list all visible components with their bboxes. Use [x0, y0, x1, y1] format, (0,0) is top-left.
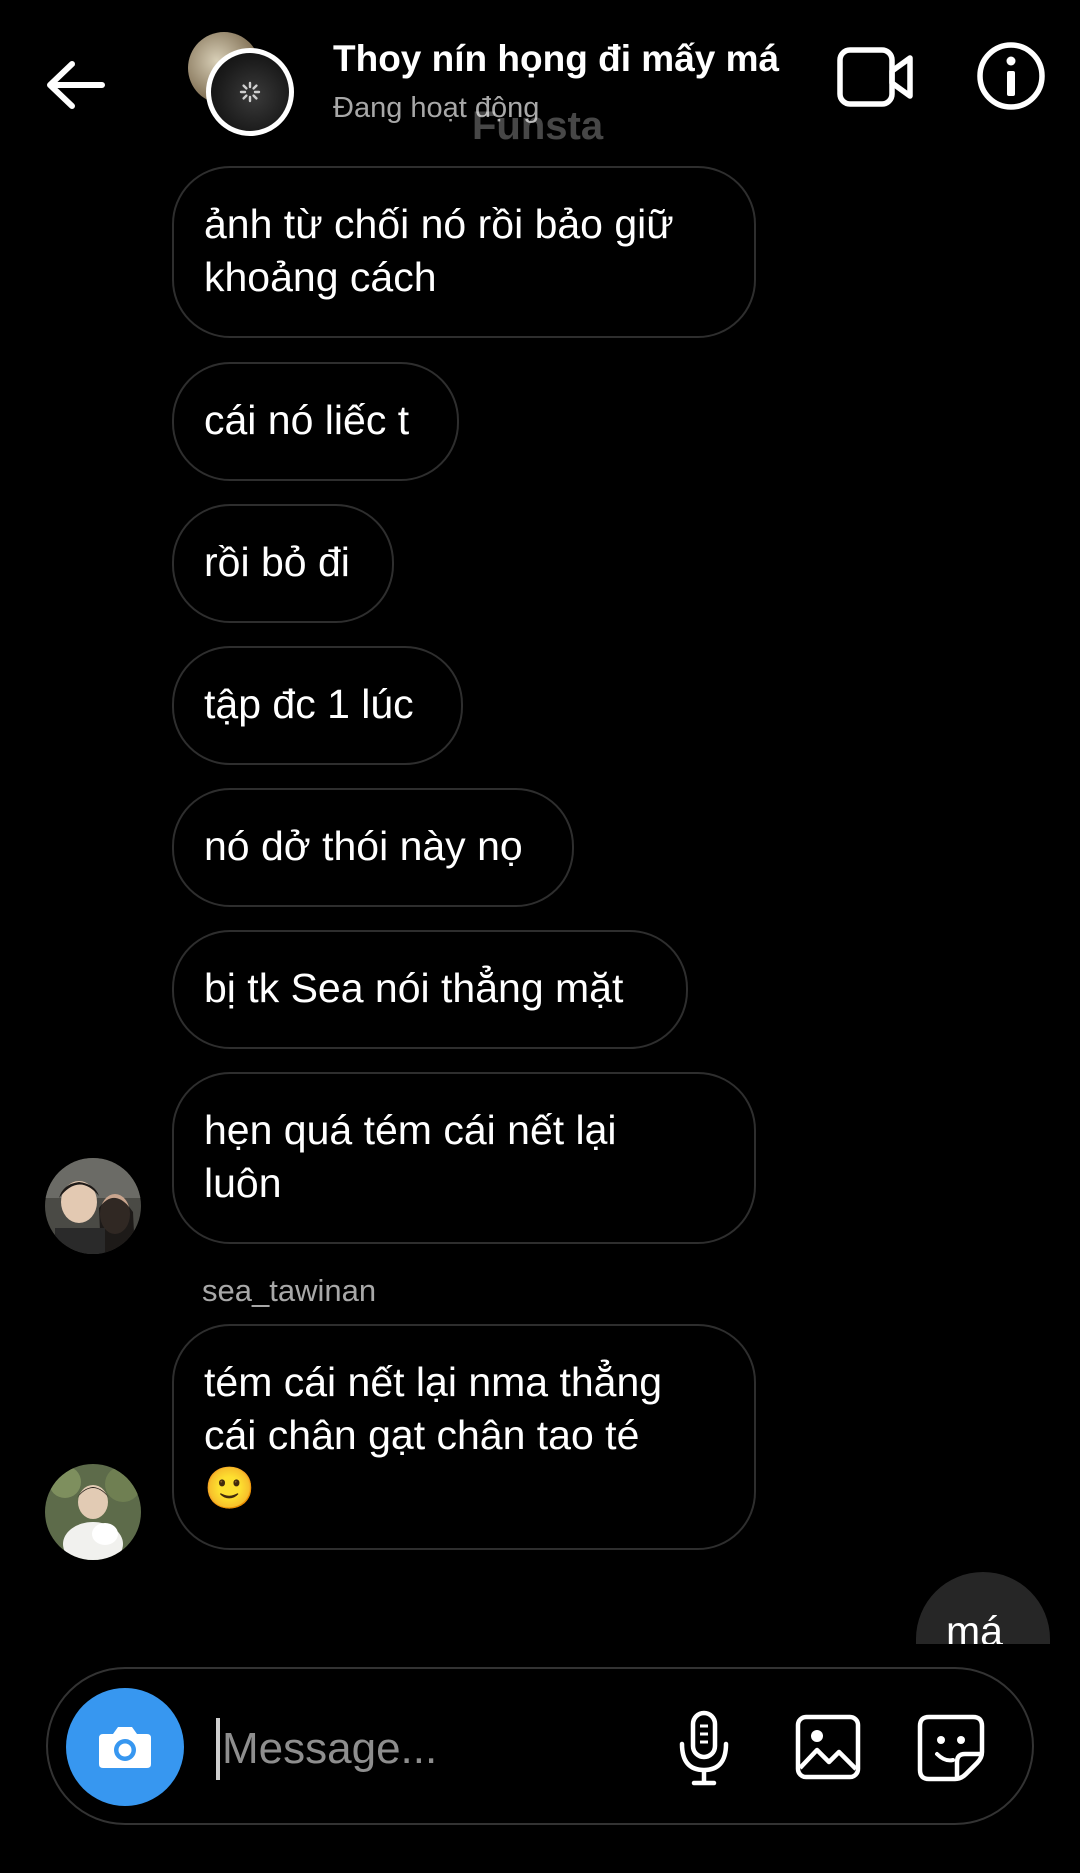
- my-message-text: má: [946, 1608, 1003, 1644]
- my-message-bubble[interactable]: má: [916, 1572, 1050, 1644]
- message-emoji: 🙂: [204, 1465, 256, 1511]
- sender-avatar[interactable]: [45, 1464, 141, 1560]
- sticker-icon: [917, 1714, 985, 1782]
- sender-name[interactable]: sea_tawinan: [202, 1273, 376, 1309]
- message-bubble[interactable]: tập đc 1 lúc: [172, 646, 463, 765]
- group-avatar[interactable]: [188, 32, 298, 136]
- message-line: luôn: [204, 1160, 282, 1206]
- loading-spinner-icon: [239, 81, 261, 103]
- sender-avatar[interactable]: [45, 1158, 141, 1254]
- message-line: tém cái nết lại nma thẳng: [204, 1359, 663, 1405]
- gallery-button[interactable]: [795, 1714, 861, 1780]
- message-bubble[interactable]: bị tk Sea nói thẳng mặt: [172, 930, 688, 1049]
- message-line: khoảng cách: [204, 254, 437, 300]
- chat-title[interactable]: Thoy nín họng đi mấy má: [333, 38, 779, 80]
- message-line: tập đc 1 lúc: [204, 681, 414, 727]
- info-icon: [977, 42, 1045, 110]
- camera-icon: [99, 1727, 151, 1768]
- back-button[interactable]: [40, 50, 110, 120]
- message-bubble[interactable]: ảnh từ chối nó rồi bảo giữ khoảng cách: [172, 166, 756, 338]
- sticker-button[interactable]: [917, 1714, 985, 1782]
- message-bubble[interactable]: rồi bỏ đi: [172, 504, 394, 623]
- voice-message-button[interactable]: [676, 1710, 732, 1788]
- message-line: cái nó liếc t: [204, 397, 410, 443]
- group-avatar-front: [206, 48, 294, 136]
- message-bubble[interactable]: cái nó liếc t: [172, 362, 459, 481]
- back-arrow-icon: [47, 61, 105, 109]
- avatar-photo: [45, 1464, 141, 1560]
- message-line: rồi bỏ đi: [204, 539, 350, 585]
- message-line: hẹn quá tém cái nết lại: [204, 1107, 617, 1153]
- microphone-icon: [679, 1710, 729, 1786]
- message-input[interactable]: [216, 1718, 654, 1780]
- message-line: cái chân gạt chân tao té: [204, 1412, 640, 1458]
- info-button[interactable]: [975, 40, 1047, 112]
- message-bubble[interactable]: nó dở thói này nọ: [172, 788, 574, 907]
- gallery-icon: [795, 1714, 861, 1780]
- video-call-button[interactable]: [836, 44, 916, 110]
- camera-button[interactable]: [66, 1688, 184, 1806]
- message-bubble[interactable]: hẹn quá tém cái nết lại luôn: [172, 1072, 756, 1244]
- watermark: Funsta: [472, 104, 604, 148]
- message-line: nó dở thói này nọ: [204, 823, 523, 869]
- avatar-photo: [45, 1158, 141, 1254]
- message-line: ảnh từ chối nó rồi bảo giữ: [204, 201, 674, 247]
- message-bubble[interactable]: tém cái nết lại nma thẳng cái chân gạt c…: [172, 1324, 756, 1550]
- message-line: bị tk Sea nói thẳng mặt: [204, 965, 624, 1011]
- video-call-icon: [837, 47, 913, 107]
- chat-header: Thoy nín họng đi mấy má Đang hoạt động F…: [0, 0, 1080, 160]
